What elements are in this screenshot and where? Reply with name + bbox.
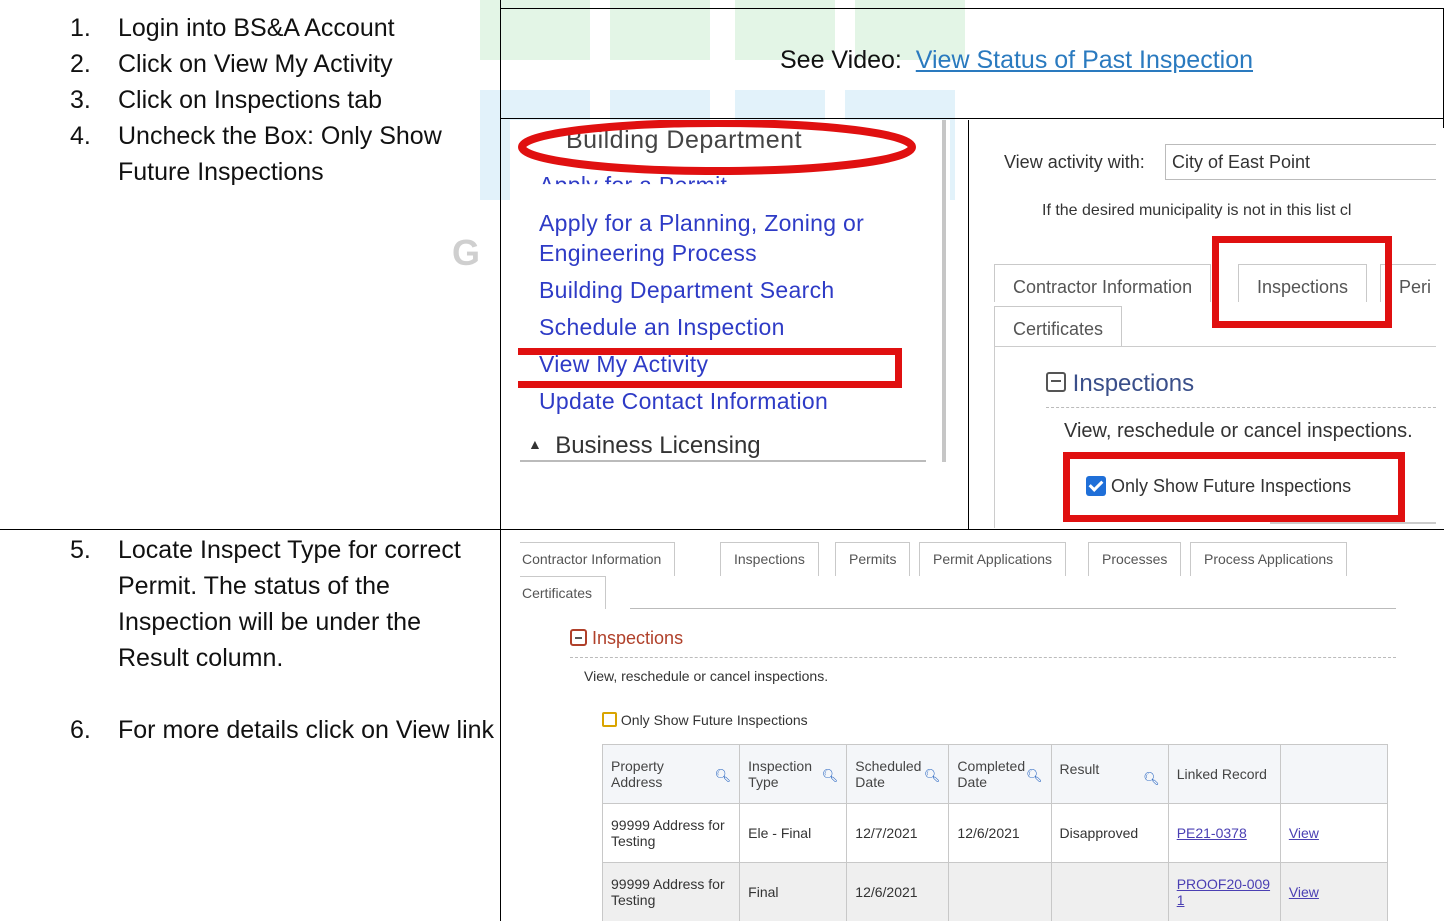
municipality-note: If the desired municipality is not in th… <box>1042 202 1352 219</box>
collapse-icon-2 <box>570 629 587 646</box>
video-link[interactable]: View Status of Past Inspection <box>916 46 1253 74</box>
cell-address: 99999 Address for Testing <box>601 862 741 921</box>
col-actions <box>1279 744 1389 804</box>
col-inspection-type[interactable]: 🔍︎ Inspection Type <box>739 744 848 804</box>
tab-inspections-2[interactable]: Inspections <box>720 542 819 576</box>
step-5: 5. Locate Inspect Type for correct Permit… <box>70 536 461 672</box>
nav-link-planning[interactable]: Apply for a Planning, Zoning or <box>539 210 864 237</box>
tab-baseline <box>630 608 1396 609</box>
inspections-title: Inspections <box>1072 370 1195 397</box>
tab-permits-2[interactable]: Permits <box>835 542 911 576</box>
cell-linked-record: PE21-0378 <box>1167 803 1281 863</box>
col-linked-record[interactable]: Linked Record <box>1167 744 1281 804</box>
checkbox-unchecked-icon <box>602 712 617 727</box>
cell-type: Ele - Final <box>739 803 848 863</box>
cell-linked-record: PROOF20-0091 <box>1167 862 1281 921</box>
step-2: 2. Click on View My Activity <box>70 50 393 78</box>
linked-record-link[interactable]: PE21-0378 <box>1177 825 1247 841</box>
nav-link-search[interactable]: Building Department Search <box>539 277 834 304</box>
highlight-view-activity <box>518 348 902 388</box>
cell-scheduled: 12/6/2021 <box>846 862 950 921</box>
video-prefix: See Video: <box>780 46 902 74</box>
tab-processes-2[interactable]: Processes <box>1088 542 1182 576</box>
column-divider <box>500 0 501 921</box>
nav-screenshot: Building Department Apply for a Permit A… <box>510 120 950 520</box>
nav-section-label: Business Licensing <box>555 432 761 459</box>
tab-contractor-info-2[interactable]: Contractor Information <box>520 542 676 576</box>
search-icon[interactable]: 🔍︎ <box>1143 771 1160 787</box>
cell-type: Final <box>739 862 848 921</box>
cell-result <box>1050 862 1169 921</box>
col-property-address[interactable]: 🔍︎ Property Address <box>601 744 741 804</box>
cell-completed <box>948 862 1052 921</box>
view-link[interactable]: View <box>1289 884 1319 900</box>
search-icon[interactable]: 🔍︎ <box>715 768 732 784</box>
inspections-title-2: Inspections <box>592 628 684 648</box>
nav-link-update-contact[interactable]: Update Contact Information <box>539 388 828 415</box>
search-icon[interactable]: 🔍︎ <box>822 768 839 784</box>
step-3: 3. Click on Inspections tab <box>70 86 383 114</box>
inspections-header[interactable]: Inspections <box>1046 370 1194 398</box>
view-activity-label: View activity with: <box>1004 152 1145 172</box>
linked-record-link[interactable]: PROOF20-0091 <box>1177 876 1270 908</box>
panel-divider <box>968 120 969 530</box>
inspections-desc: View, reschedule or cancel inspections. <box>1064 420 1413 442</box>
future-only-checkbox-2[interactable]: Only Show Future Inspections <box>602 712 808 728</box>
step-6: 6. For more details click on View link <box>70 716 495 744</box>
tab-process-applications-2[interactable]: Process Applications <box>1190 542 1348 576</box>
table-row: 99999 Address for Testing Final 12/6/202… <box>601 862 1389 921</box>
search-icon[interactable]: 🔍︎ <box>1026 768 1043 784</box>
search-icon[interactable]: 🔍︎ <box>924 768 941 784</box>
cell-action: View <box>1279 803 1389 863</box>
nav-scrollbar[interactable] <box>942 120 946 462</box>
tab-certificates[interactable]: Certificates <box>994 306 1123 346</box>
dashed-rule-2 <box>570 657 1396 658</box>
cell-result: Disapproved <box>1050 803 1169 863</box>
inspections-desc-2: View, reschedule or cancel inspections. <box>584 668 829 684</box>
dashed-rule <box>1046 407 1436 408</box>
nav-underline <box>520 460 926 462</box>
col-completed-date[interactable]: 🔍︎ Completed Date <box>948 744 1052 804</box>
video-row-rule <box>500 118 1444 119</box>
cell-completed: 12/6/2021 <box>948 803 1052 863</box>
watermark-letter: G <box>452 232 481 273</box>
cell-address: 99999 Address for Testing <box>601 803 741 863</box>
cell-scheduled: 12/7/2021 <box>846 803 950 863</box>
table-header-row: 🔍︎ Property Address 🔍︎ Inspection Type 🔍︎ S… <box>601 744 1389 804</box>
step-1: 1. Login into BS&A Account <box>70 14 395 42</box>
highlight-checkbox <box>1063 452 1405 522</box>
future-only-label-2: Only Show Future Inspections <box>620 712 808 728</box>
municipality-select[interactable]: City of East Point <box>1165 144 1436 180</box>
cell-action: View <box>1279 862 1389 921</box>
caret-up-icon: ▲ <box>528 436 542 452</box>
nav-section-business[interactable]: ▲ Business Licensing <box>528 432 761 460</box>
nav-link-engineering[interactable]: Engineering Process <box>539 240 757 267</box>
highlight-inspections-tab <box>1212 236 1392 328</box>
tab-permit-applications-2[interactable]: Permit Applications <box>919 542 1067 576</box>
collapse-icon <box>1046 372 1066 392</box>
table-row: 99999 Address for Testing Ele - Final 12… <box>601 803 1389 863</box>
activity-screenshot: View activity with: City of East Point I… <box>970 122 1436 528</box>
steps-top: 1. Login into BS&A Account 2. Click on Vie… <box>0 10 480 190</box>
col-scheduled-date[interactable]: 🔍︎ Scheduled Date <box>846 744 950 804</box>
inspections-table: 🔍︎ Property Address 🔍︎ Inspection Type 🔍︎ S… <box>601 744 1389 921</box>
view-link[interactable]: View <box>1289 825 1319 841</box>
nav-link-schedule[interactable]: Schedule an Inspection <box>539 314 785 341</box>
tab-certificates-2[interactable]: Certificates <box>520 576 607 609</box>
results-screenshot: Contractor Information Inspections Permi… <box>520 532 1440 921</box>
col-result[interactable]: 🔍︎ Result <box>1050 744 1169 804</box>
highlight-ellipse <box>518 120 916 175</box>
inspections-header-2[interactable]: Inspections <box>570 628 683 649</box>
panel-bottom-line <box>1270 522 1436 524</box>
row-divider <box>0 529 1444 530</box>
tab-contractor-info[interactable]: Contractor Information <box>994 264 1212 302</box>
video-reference: See Video: View Status of Past Inspectio… <box>780 46 1253 75</box>
table-top-rule <box>500 8 1444 9</box>
steps-bottom: 5. Locate Inspect Type for correct Permit… <box>0 532 495 748</box>
step-4: 4. Uncheck the Box: Only Show Future Insp… <box>70 122 442 186</box>
